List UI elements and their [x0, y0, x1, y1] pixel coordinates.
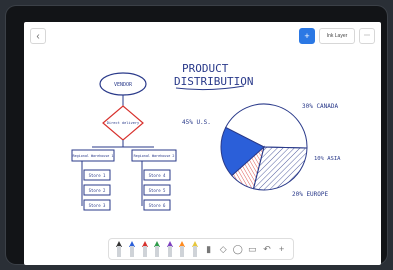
pen-icon[interactable] — [115, 241, 123, 257]
device-frame: PRODUCT DISTRIBUTION VENDOR Direct deliv… — [6, 6, 387, 265]
back-button[interactable]: ‹ — [30, 28, 46, 44]
pen-icon[interactable] — [128, 241, 136, 257]
add-icon: + — [304, 31, 310, 41]
flow-left-item: Store 3 — [89, 203, 106, 208]
back-chevron-icon: ‹ — [36, 31, 40, 42]
flow-right-branch-label: Regional Warehouse 2 — [134, 154, 175, 158]
pen-icon[interactable] — [178, 241, 186, 257]
top-toolbar: + Ink Layer ⋯ — [299, 28, 375, 44]
undo-icon[interactable]: ↶ — [262, 244, 272, 254]
pie-label-europe: 20% EUROPE — [292, 191, 329, 198]
flow-left-branch-label: Regional Warehouse 1 — [73, 154, 114, 158]
eraser-icon[interactable]: ◇ — [218, 244, 228, 254]
ruler-icon[interactable]: ▭ — [247, 244, 257, 254]
more-button[interactable]: ⋯ — [359, 28, 375, 44]
pie-label-us: 45% U.S. — [182, 119, 211, 126]
lasso-icon[interactable]: ◯ — [233, 244, 243, 254]
pie-chart — [220, 103, 308, 191]
pen-toolbar: ▮ ◇ ◯ ▭ ↶ + — [108, 238, 294, 260]
flow-left-item: Store 2 — [89, 188, 106, 193]
pen-icon[interactable] — [153, 241, 161, 257]
title-line-1: PRODUCT — [182, 62, 229, 75]
pie-label-canada: 30% CANADA — [302, 103, 339, 110]
more-icon: ⋯ — [364, 33, 370, 39]
pen-icon[interactable] — [191, 241, 199, 257]
add-button[interactable]: + — [299, 28, 315, 44]
ink-layer-button[interactable]: Ink Layer — [319, 28, 355, 44]
flow-right-item: Store 5 — [149, 188, 166, 193]
ink-layer-label: Ink Layer — [326, 33, 348, 39]
flow-decision-label: Direct delivery — [107, 121, 140, 125]
pie-label-asia: 10% ASIA — [314, 156, 341, 162]
highlighter-icon[interactable]: ▮ — [204, 244, 214, 254]
flow-right-item: Store 4 — [149, 173, 166, 178]
pen-icon[interactable] — [141, 241, 149, 257]
whiteboard-canvas[interactable]: PRODUCT DISTRIBUTION VENDOR Direct deliv… — [24, 22, 381, 265]
flow-left-item: Store 1 — [89, 173, 106, 178]
whiteboard-screen: PRODUCT DISTRIBUTION VENDOR Direct deliv… — [24, 22, 381, 265]
flow-right-item: Store 6 — [149, 203, 166, 208]
flow-start-label: VENDOR — [114, 82, 133, 88]
add-icon[interactable]: + — [277, 244, 287, 254]
pen-icon[interactable] — [166, 241, 174, 257]
